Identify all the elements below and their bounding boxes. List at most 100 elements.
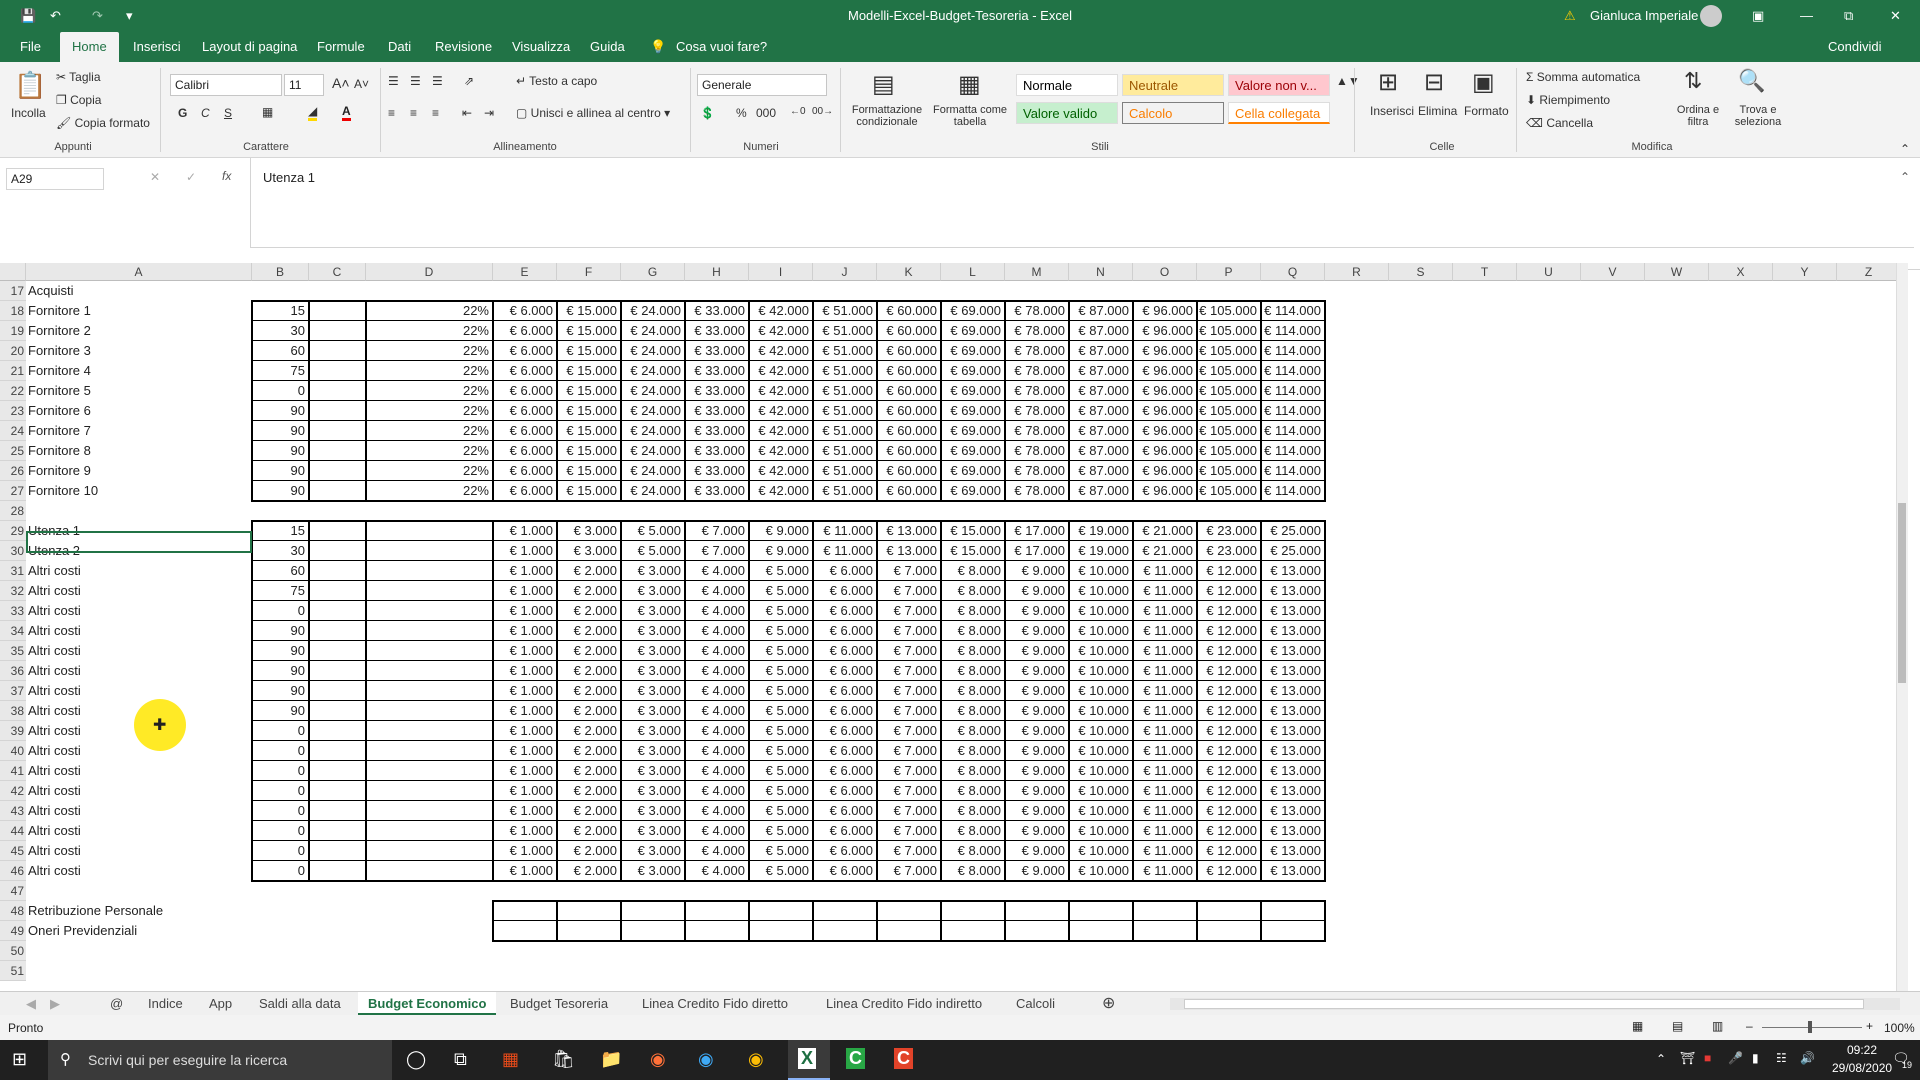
tab-guida[interactable]: Guida <box>590 32 625 62</box>
row-label-cell[interactable]: Altri costi <box>26 861 252 881</box>
row-label-cell[interactable]: Altri costi <box>26 621 252 641</box>
align-middle-icon[interactable]: ☰ <box>410 74 421 88</box>
tab-dati[interactable]: Dati <box>388 32 411 62</box>
row-header[interactable]: 31 <box>0 561 26 581</box>
column-header-R[interactable]: R <box>1325 263 1389 281</box>
redo-icon[interactable]: ↷ <box>92 0 103 32</box>
row-header[interactable]: 47 <box>0 881 26 901</box>
column-header-A[interactable]: A <box>26 263 252 281</box>
tray-defender-icon[interactable]: ⛩ <box>1680 1051 1695 1065</box>
row-header[interactable]: 27 <box>0 481 26 501</box>
windows-start-icon[interactable]: ⊞ <box>12 1049 27 1070</box>
row-header[interactable]: 35 <box>0 641 26 661</box>
row-label-cell[interactable]: Altri costi <box>26 801 252 821</box>
collapse-formula-icon[interactable]: ⌃ <box>1900 170 1910 184</box>
row-header[interactable]: 25 <box>0 441 26 461</box>
enter-icon[interactable]: ✓ <box>186 170 196 184</box>
fill-button[interactable]: ⬇ Riempimento <box>1526 93 1610 107</box>
align-top-icon[interactable]: ☰ <box>388 74 399 88</box>
sheet-tab-fido-diretto[interactable]: Linea Credito Fido diretto <box>642 992 788 1016</box>
select-all-corner[interactable] <box>0 263 26 281</box>
row-label-cell[interactable]: Fornitore 4 <box>26 361 252 381</box>
paste-icon[interactable]: 📋 <box>14 70 46 101</box>
row-header[interactable]: 40 <box>0 741 26 761</box>
clock-date[interactable]: 29/08/2020 <box>1832 1061 1892 1075</box>
grow-font-icon[interactable]: A˄ <box>332 75 350 91</box>
bold-icon[interactable]: G <box>178 106 187 120</box>
style-calcolo[interactable]: Calcolo <box>1122 102 1224 124</box>
row-label-cell[interactable]: Altri costi <box>26 561 252 581</box>
undo-icon[interactable]: ↶ <box>50 0 61 32</box>
normal-view-icon[interactable]: ▦ <box>1632 1019 1643 1033</box>
column-header-G[interactable]: G <box>621 263 685 281</box>
row-label-cell[interactable] <box>26 501 252 521</box>
row-header[interactable]: 36 <box>0 661 26 681</box>
row-header[interactable]: 29 <box>0 521 26 541</box>
row-label-cell[interactable]: Altri costi <box>26 661 252 681</box>
camtasia-icon[interactable]: C <box>846 1048 865 1069</box>
format-cells-icon[interactable]: ▣ <box>1472 68 1495 97</box>
row-header[interactable]: 37 <box>0 681 26 701</box>
row-label-cell[interactable]: Altri costi <box>26 681 252 701</box>
format-as-table-button[interactable]: Formatta come tabella <box>928 104 1012 128</box>
file-explorer-icon[interactable]: 📁 <box>600 1049 622 1070</box>
column-header-Q[interactable]: Q <box>1261 263 1325 281</box>
column-header-M[interactable]: M <box>1005 263 1069 281</box>
share-button[interactable]: Condividi <box>1828 32 1881 62</box>
column-header-T[interactable]: T <box>1453 263 1517 281</box>
row-label-cell[interactable]: Altri costi <box>26 781 252 801</box>
store-icon[interactable]: 🛍 <box>552 1049 575 1070</box>
row-header[interactable]: 39 <box>0 721 26 741</box>
format-painter-button[interactable]: 🖌 Copia formato <box>56 116 150 130</box>
row-label-cell[interactable]: Altri costi <box>26 761 252 781</box>
accounting-format-icon[interactable]: 💲 <box>700 106 715 120</box>
font-size-select[interactable]: 11 <box>284 74 324 96</box>
style-valore-valido[interactable]: Valore valido <box>1016 102 1118 124</box>
sheet-tab-budget-economico[interactable]: Budget Economico <box>358 992 497 1016</box>
cancel-icon[interactable]: ✕ <box>150 170 160 184</box>
row-label-cell[interactable]: Fornitore 2 <box>26 321 252 341</box>
row-header[interactable]: 38 <box>0 701 26 721</box>
find-select-icon[interactable]: 🔍 <box>1738 68 1765 94</box>
row-header[interactable]: 21 <box>0 361 26 381</box>
row-header[interactable]: 46 <box>0 861 26 881</box>
insert-cells-button[interactable]: Inserisci <box>1370 104 1414 118</box>
fill-color-icon[interactable]: ◢ <box>308 104 318 121</box>
border-icon[interactable]: ▦ <box>262 105 273 119</box>
row-label-cell[interactable]: Altri costi <box>26 641 252 661</box>
column-header-O[interactable]: O <box>1133 263 1197 281</box>
tray-chevron-icon[interactable]: ⌃ <box>1656 1052 1666 1066</box>
column-header-I[interactable]: I <box>749 263 813 281</box>
row-header[interactable]: 43 <box>0 801 26 821</box>
save-icon[interactable]: 💾 <box>20 0 36 32</box>
name-box[interactable]: A29 <box>6 168 104 190</box>
column-header-H[interactable]: H <box>685 263 749 281</box>
recorder-icon[interactable]: C <box>894 1048 913 1069</box>
sort-filter-button[interactable]: Ordina e filtra <box>1668 104 1728 128</box>
column-header-X[interactable]: X <box>1709 263 1773 281</box>
row-label-cell[interactable]: Fornitore 8 <box>26 441 252 461</box>
format-cells-button[interactable]: Formato <box>1464 104 1509 118</box>
style-cella-collegata[interactable]: Cella collegata <box>1228 102 1330 124</box>
row-header[interactable]: 50 <box>0 941 26 961</box>
tell-me-input[interactable]: Cosa vuoi fare? <box>676 32 767 62</box>
delete-cells-icon[interactable]: ⊟ <box>1424 68 1444 97</box>
zoom-slider-thumb[interactable] <box>1808 1021 1812 1033</box>
tab-revisione[interactable]: Revisione <box>435 32 492 62</box>
minimize-icon[interactable]: — <box>1800 0 1813 32</box>
chrome-icon[interactable]: ◉ <box>748 1049 764 1070</box>
conditional-format-icon[interactable]: ▤ <box>872 70 895 99</box>
row-label-cell[interactable]: Fornitore 1 <box>26 301 252 321</box>
number-format-select[interactable]: Generale <box>697 74 827 96</box>
find-select-button[interactable]: Trova e seleziona <box>1728 104 1788 128</box>
row-label-cell[interactable]: Acquisti <box>26 281 252 301</box>
style-valore-non-valido[interactable]: Valore non v... <box>1228 74 1330 96</box>
tray-network-icon[interactable]: ☷ <box>1776 1051 1787 1065</box>
column-header-Z[interactable]: Z <box>1837 263 1901 281</box>
row-label-cell[interactable]: Altri costi <box>26 601 252 621</box>
column-header-S[interactable]: S <box>1389 263 1453 281</box>
row-header[interactable]: 23 <box>0 401 26 421</box>
cortana-icon[interactable]: ◯ <box>406 1049 426 1070</box>
delete-cells-button[interactable]: Elimina <box>1418 104 1457 118</box>
align-right-icon[interactable]: ≡ <box>432 106 439 120</box>
